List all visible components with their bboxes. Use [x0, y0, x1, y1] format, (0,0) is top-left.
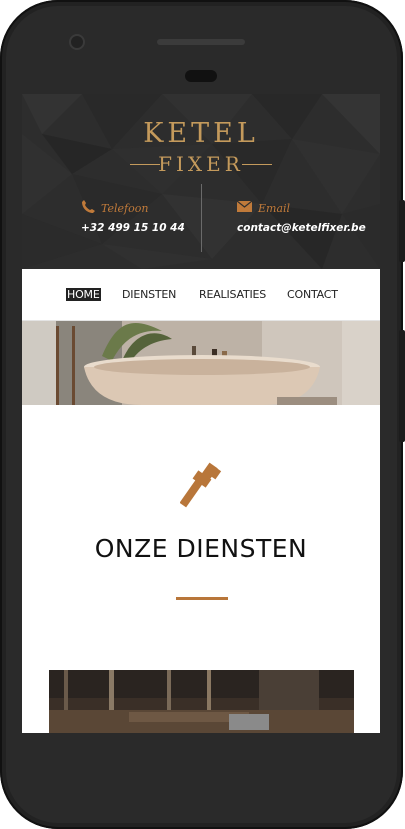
nav-item-home[interactable]: HOME — [66, 288, 101, 301]
phone-side-button — [399, 200, 405, 262]
email-label: Email — [258, 201, 291, 215]
nav-item-diensten[interactable]: DIENSTEN — [122, 288, 176, 301]
hero-bathroom-image — [22, 321, 380, 405]
logo-wordmark-fixer: FIXER — [158, 152, 244, 176]
workshop-image — [49, 670, 354, 733]
contact-divider — [201, 184, 202, 252]
wrench-icon — [179, 462, 224, 514]
envelope-icon — [236, 200, 253, 215]
phone-sensor — [185, 70, 217, 82]
logo-wordmark-ketel: KETEL — [143, 118, 259, 149]
section-title: ONZE DIENSTEN — [94, 534, 308, 563]
main-navigation: HOME DIENSTEN REALISATIES CONTACT — [22, 269, 380, 321]
logo-rule-right — [242, 164, 272, 165]
email-contact[interactable]: Email contact@ketelfixer.be — [236, 200, 366, 234]
phone-frame: KETEL FIXER Telefoon +32 499 15 10 44 Em… — [0, 0, 405, 829]
phone-label: Telefoon — [101, 201, 149, 215]
title-underline — [176, 597, 228, 600]
phone-side-button — [399, 330, 405, 442]
phone-number[interactable]: +32 499 15 10 44 — [81, 222, 185, 234]
nav-item-contact[interactable]: CONTACT — [287, 288, 338, 301]
nav-item-realisaties[interactable]: REALISATIES — [199, 288, 266, 301]
screen: KETEL FIXER Telefoon +32 499 15 10 44 Em… — [22, 94, 380, 733]
phone-speaker — [157, 39, 245, 45]
phone-icon — [81, 200, 95, 216]
phone-camera — [69, 34, 85, 50]
site-header: KETEL FIXER Telefoon +32 499 15 10 44 Em… — [22, 94, 380, 269]
phone-contact[interactable]: Telefoon +32 499 15 10 44 — [81, 200, 185, 234]
email-address[interactable]: contact@ketelfixer.be — [237, 222, 366, 234]
